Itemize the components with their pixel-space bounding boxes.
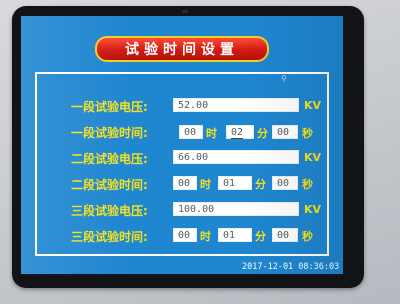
stage3-voltage-unit: KV xyxy=(304,203,322,216)
camera-dot xyxy=(182,10,188,13)
datetime-display: 2017-12-01 08:36:03 xyxy=(242,262,340,272)
second-unit: 秒 xyxy=(302,230,313,243)
second-unit: 秒 xyxy=(302,127,313,140)
hour-unit: 时 xyxy=(200,230,211,243)
stage2-minute-input[interactable]: 01 xyxy=(218,176,252,190)
stage3-second-input[interactable]: 00 xyxy=(272,228,298,242)
stage1-minute-input[interactable]: 02 xyxy=(226,125,254,139)
stage3-voltage-label: 三段试验电压: xyxy=(71,204,148,218)
stage2-second-input[interactable]: 00 xyxy=(272,176,298,190)
stage2-voltage-input[interactable]: 66.00 xyxy=(173,150,299,164)
minute-unit: 分 xyxy=(255,178,266,191)
stage1-voltage-input[interactable]: 52.00 xyxy=(173,98,299,112)
minute-unit: 分 xyxy=(255,230,266,243)
hmi-screen: 试验时间设置 ⚲ 一段试验电压: 52.00 KV 一段试验时间: 00 时 0… xyxy=(21,16,343,274)
stage2-voltage-label: 二段试验电压: xyxy=(71,152,148,166)
stage3-time-label: 三段试验时间: xyxy=(71,230,148,244)
hour-unit: 时 xyxy=(200,178,211,191)
page-title: 试验时间设置 xyxy=(95,36,269,62)
stage3-hour-input[interactable]: 00 xyxy=(173,228,197,242)
stage2-time-label: 二段试验时间: xyxy=(71,178,148,192)
minute-unit: 分 xyxy=(257,127,268,140)
stage1-hour-input[interactable]: 00 xyxy=(179,125,203,139)
hour-unit: 时 xyxy=(206,127,217,140)
stage1-minute-value: 02 xyxy=(231,127,244,139)
stage1-voltage-label: 一段试验电压: xyxy=(71,100,148,114)
stage1-voltage-unit: KV xyxy=(304,99,322,112)
stage1-second-input[interactable]: 00 xyxy=(272,125,298,139)
stage3-minute-input[interactable]: 01 xyxy=(218,228,252,242)
stage2-voltage-unit: KV xyxy=(304,151,322,164)
stage2-hour-input[interactable]: 00 xyxy=(173,176,197,190)
second-unit: 秒 xyxy=(302,178,313,191)
stage3-voltage-input[interactable]: 100.00 xyxy=(173,202,299,216)
stage1-time-label: 一段试验时间: xyxy=(71,126,148,140)
